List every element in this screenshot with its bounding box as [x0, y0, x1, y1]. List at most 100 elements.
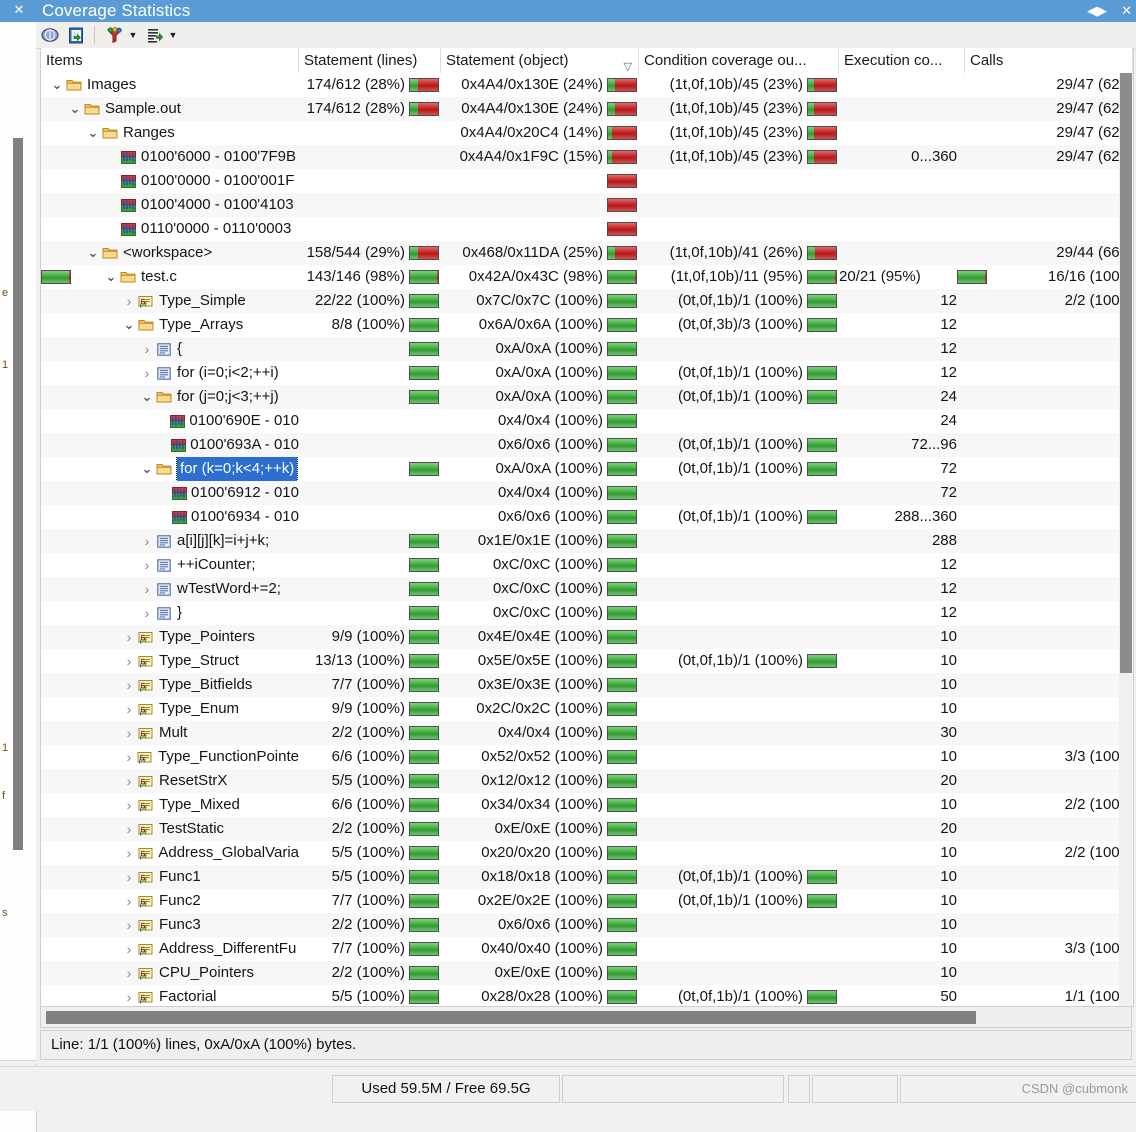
table-row[interactable]: › fx TestStatic 2/2 (100%) 0xE/0xE (100%) 20 — [41, 817, 1133, 841]
chevron-right-icon[interactable]: › — [121, 817, 137, 841]
chevron-right-icon[interactable]: › — [121, 985, 137, 1006]
chevron-right-icon[interactable]: › — [121, 697, 137, 721]
coverage-bar — [607, 78, 637, 92]
table-row[interactable]: › fx Type_Enum 9/9 (100%) 0x2C/0x2C (100%) 10 — [41, 697, 1133, 721]
float-restore-icon[interactable]: ◀▶ — [1087, 0, 1107, 22]
table-row[interactable]: 0100'4000 - 0100'4103 — [41, 193, 1133, 217]
chevron-right-icon[interactable]: › — [121, 769, 137, 793]
vertical-scrollbar[interactable] — [1119, 73, 1133, 1006]
chevron-down-icon[interactable]: ⌄ — [85, 241, 101, 265]
table-row[interactable]: ⌄ Sample.out 174/612 (28%) 0x4A4/0x130E (24… — [41, 97, 1133, 121]
chevron-right-icon[interactable]: › — [121, 913, 137, 937]
chevron-down-icon[interactable]: ⌄ — [85, 121, 101, 145]
table-row[interactable]: › fx Type_Bitfields 7/7 (100%) 0x3E/0x3E (10… — [41, 673, 1133, 697]
table-row[interactable]: ⌄ for (j=0;j<3;++j) 0xA/0xA (100%) (0t,0f,1… — [41, 385, 1133, 409]
column-header-cond[interactable]: Condition coverage ou... — [639, 48, 839, 73]
cell-items: › fx Type_Mixed — [41, 793, 299, 817]
table-row[interactable]: › for (i=0;i<2;++i) 0xA/0xA (100%) (0t,0f,1… — [41, 361, 1133, 385]
table-row[interactable]: › fx Func1 5/5 (100%) 0x18/0x18 (100%) (0t,0f… — [41, 865, 1133, 889]
table-row[interactable]: ⌄ test.c 143/146 (98%) 0x42A/0x43C (98%) (1t… — [41, 265, 1133, 289]
table-row[interactable]: › fx Type_FunctionPointe 6/6 (100%) 0x52/0x5… — [41, 745, 1133, 769]
background-scrollbar-thumb[interactable] — [13, 138, 23, 850]
coverage-meter-icon — [41, 28, 59, 42]
table-row[interactable]: 0100'693A - 010 0x6/0x6 (100%) (0t,0f,1b)/… — [41, 433, 1133, 457]
chevron-right-icon[interactable]: › — [121, 841, 137, 865]
cell-items: ⌄ test.c — [41, 265, 299, 289]
close-icon[interactable]: ✕ — [1121, 0, 1132, 22]
chevron-right-icon[interactable]: › — [121, 625, 137, 649]
chevron-down-icon[interactable]: ⌄ — [139, 457, 155, 481]
table-row[interactable]: › fx Factorial 5/5 (100%) 0x28/0x28 (100%) (0… — [41, 985, 1133, 1006]
table-row[interactable]: › fx ResetStrX 5/5 (100%) 0x12/0x12 (100%) 20 — [41, 769, 1133, 793]
chevron-right-icon[interactable]: › — [139, 553, 155, 577]
table-row[interactable]: 0100'6912 - 010 0x4/0x4 (100%) 72 — [41, 481, 1133, 505]
vertical-scrollbar-thumb[interactable] — [1120, 73, 1132, 673]
table-row[interactable]: › fx Type_Pointers 9/9 (100%) 0x4E/0x4E (100… — [41, 625, 1133, 649]
table-row[interactable]: › fx Mult 2/2 (100%) 0x4/0x4 (100%) 30 — [41, 721, 1133, 745]
chevron-right-icon[interactable]: › — [139, 529, 155, 553]
chevron-down-icon[interactable]: ⌄ — [67, 97, 83, 121]
horizontal-scrollbar[interactable] — [40, 1006, 1132, 1028]
chevron-right-icon[interactable]: › — [139, 577, 155, 601]
chevron-right-icon[interactable]: › — [121, 745, 137, 769]
chevron-down-icon[interactable]: ⌄ — [139, 385, 155, 409]
table-row[interactable]: ⌄ Images 174/612 (28%) 0x4A4/0x130E (24%) (1… — [41, 73, 1133, 97]
table-row[interactable]: 0100'0000 - 0100'001F — [41, 169, 1133, 193]
table-row[interactable]: › fx Func3 2/2 (100%) 0x6/0x6 (100%) 10 — [41, 913, 1133, 937]
table-row[interactable]: ⌄ Ranges 0x4A4/0x20C4 (14%) (1t,0f,10b)/45 … — [41, 121, 1133, 145]
horizontal-scrollbar-thumb[interactable] — [46, 1011, 976, 1024]
chevron-right-icon[interactable]: › — [121, 889, 137, 913]
chevron-right-icon[interactable]: › — [121, 673, 137, 697]
table-row[interactable]: › fx Address_GlobalVaria 5/5 (100%) 0x20/0x2… — [41, 841, 1133, 865]
column-header-calls[interactable]: Calls — [965, 48, 1133, 73]
table-row[interactable]: › a[i][j][k]=i+j+k; 0x1E/0x1E (100%) 288 — [41, 529, 1133, 553]
table-row[interactable]: 0100'6000 - 0100'7F9B 0x4A4/0x1F9C (15%)(… — [41, 145, 1133, 169]
column-header-stmt_l[interactable]: Statement (lines) — [299, 48, 441, 73]
filter-dropdown[interactable]: ▼ — [126, 24, 140, 46]
chevron-down-icon[interactable]: ⌄ — [121, 313, 137, 337]
coverage-bar — [607, 846, 637, 860]
chevron-right-icon[interactable]: › — [121, 721, 137, 745]
chevron-down-icon[interactable]: ⌄ — [103, 265, 119, 289]
chevron-right-icon[interactable]: › — [121, 649, 137, 673]
coverage-info-button[interactable] — [38, 24, 62, 46]
background-close-icon[interactable]: ✕ — [12, 3, 26, 17]
chevron-right-icon[interactable]: › — [121, 865, 137, 889]
chevron-right-icon[interactable]: › — [121, 937, 137, 961]
list-config-button[interactable] — [142, 24, 166, 46]
table-row[interactable]: › fx Type_Simple 22/22 (100%) 0x7C/0x7C (100… — [41, 289, 1133, 313]
list-config-dropdown[interactable]: ▼ — [166, 24, 180, 46]
table-row[interactable]: ⌄ <workspace> 158/544 (29%) 0x468/0x11DA (2… — [41, 241, 1133, 265]
cell-calls — [965, 961, 1133, 985]
chevron-down-icon[interactable]: ⌄ — [49, 73, 65, 97]
chevron-right-icon[interactable]: › — [139, 337, 155, 361]
table-row[interactable]: › fx CPU_Pointers 2/2 (100%) 0xE/0xE (100%) 1… — [41, 961, 1133, 985]
column-header-items[interactable]: Items — [41, 48, 299, 73]
cell-items: ⌄ <workspace> — [41, 241, 299, 265]
export-button[interactable] — [64, 24, 88, 46]
table-row[interactable]: ›} 0xC/0xC (100%) 12 — [41, 601, 1133, 625]
table-row[interactable]: › fx Type_Struct 13/13 (100%) 0x5E/0x5E (100… — [41, 649, 1133, 673]
table-row[interactable]: ›{0xA/0xA (100%) 12 — [41, 337, 1133, 361]
table-row[interactable]: › fx Address_DifferentFu 7/7 (100%) 0x40/0x4… — [41, 937, 1133, 961]
chevron-right-icon[interactable]: › — [139, 361, 155, 385]
cell-items: › fx TestStatic — [41, 817, 299, 841]
svg-text:fx: fx — [140, 658, 147, 668]
table-row[interactable]: ⌄ for (k=0;k<4;++k) 0xA/0xA (100%) (0t,0f,1… — [41, 457, 1133, 481]
chevron-right-icon[interactable]: › — [121, 961, 137, 985]
chevron-right-icon[interactable]: › — [121, 793, 137, 817]
chevron-right-icon[interactable]: › — [121, 289, 137, 313]
toolbar: ▼ ▼ — [36, 22, 1136, 49]
table-row[interactable]: › wTestWord+=2; 0xC/0xC (100%) 12 — [41, 577, 1133, 601]
table-row[interactable]: 0100'690E - 010 0x4/0x4 (100%) 24 — [41, 409, 1133, 433]
table-row[interactable]: › fx Type_Mixed 6/6 (100%) 0x34/0x34 (100%) 1… — [41, 793, 1133, 817]
column-header-exec[interactable]: Execution co... — [839, 48, 965, 73]
table-row[interactable]: › ++iCounter; 0xC/0xC (100%) 12 — [41, 553, 1133, 577]
table-row[interactable]: 0100'6934 - 010 0x6/0x6 (100%) (0t,0f,1b)/… — [41, 505, 1133, 529]
chevron-right-icon[interactable]: › — [139, 601, 155, 625]
table-row[interactable]: › fx Func2 7/7 (100%) 0x2E/0x2E (100%) (0t,0f… — [41, 889, 1133, 913]
filter-button[interactable] — [102, 24, 126, 46]
column-header-stmt_o[interactable]: Statement (object) ▽ — [441, 48, 639, 73]
table-row[interactable]: 0110'0000 - 0110'0003 — [41, 217, 1133, 241]
table-row[interactable]: ⌄ Type_Arrays 8/8 (100%) 0x6A/0x6A (100%) (0… — [41, 313, 1133, 337]
